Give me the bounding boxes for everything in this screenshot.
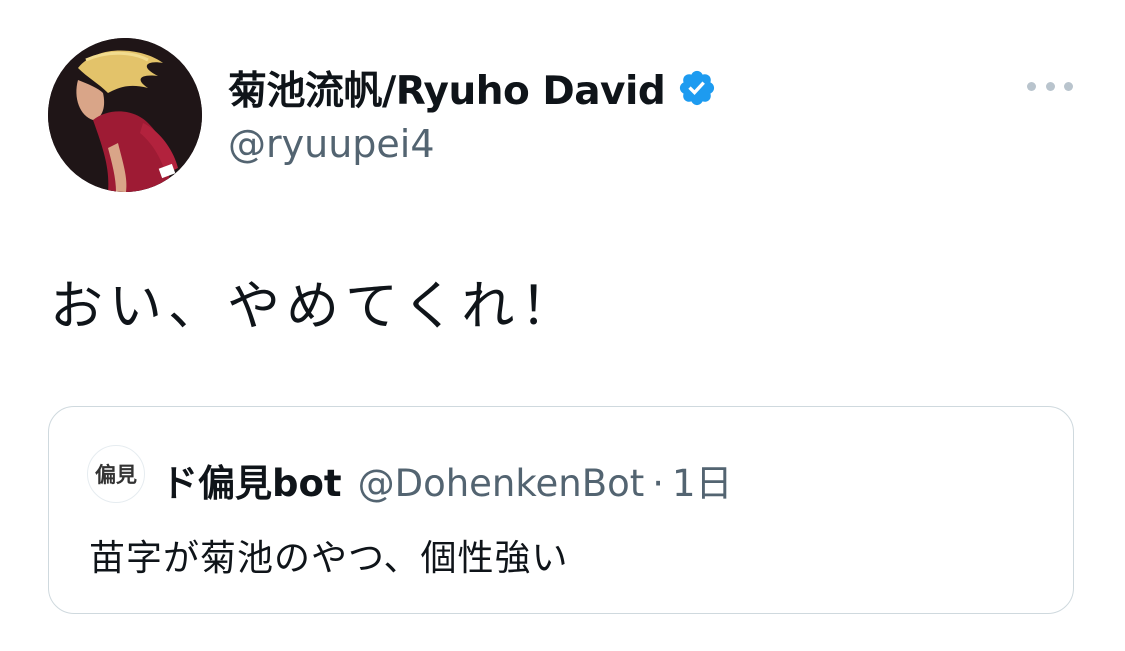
- quote-text: 苗字が菊池のやつ、個性強い: [89, 538, 569, 579]
- quote-author-name[interactable]: ド偏見bot: [161, 453, 342, 507]
- author-avatar[interactable]: [48, 38, 202, 192]
- tweet-card: 菊池流帆/Ryuho David @ryuupei4 おい、やめてくれ！ 偏見 …: [0, 0, 1125, 651]
- more-dot: [1064, 81, 1073, 91]
- author-display-name[interactable]: 菊池流帆/Ryuho David: [228, 60, 666, 116]
- quote-author-avatar[interactable]: 偏見: [87, 445, 145, 503]
- author-name-row: 菊池流帆/Ryuho David: [228, 60, 717, 116]
- quote-author-handle[interactable]: @DohenkenBot: [358, 462, 645, 505]
- more-dot: [1045, 81, 1055, 91]
- quote-header: ド偏見bot @DohenkenBot · 1日: [161, 453, 733, 507]
- avatar-illustration: [48, 38, 202, 192]
- author-handle[interactable]: @ryuupei4: [228, 122, 717, 166]
- author-block: 菊池流帆/Ryuho David @ryuupei4: [228, 60, 717, 166]
- more-options-icon[interactable]: [1027, 70, 1073, 102]
- more-dot: [1027, 81, 1036, 91]
- quoted-tweet[interactable]: 偏見 ド偏見bot @DohenkenBot · 1日 苗字が菊池のやつ、個性強…: [48, 406, 1074, 614]
- quote-timestamp[interactable]: 1日: [672, 453, 733, 507]
- tweet-text: おい、やめてくれ！: [50, 276, 580, 337]
- verified-badge-icon: [677, 68, 717, 108]
- separator-dot: ·: [652, 462, 665, 505]
